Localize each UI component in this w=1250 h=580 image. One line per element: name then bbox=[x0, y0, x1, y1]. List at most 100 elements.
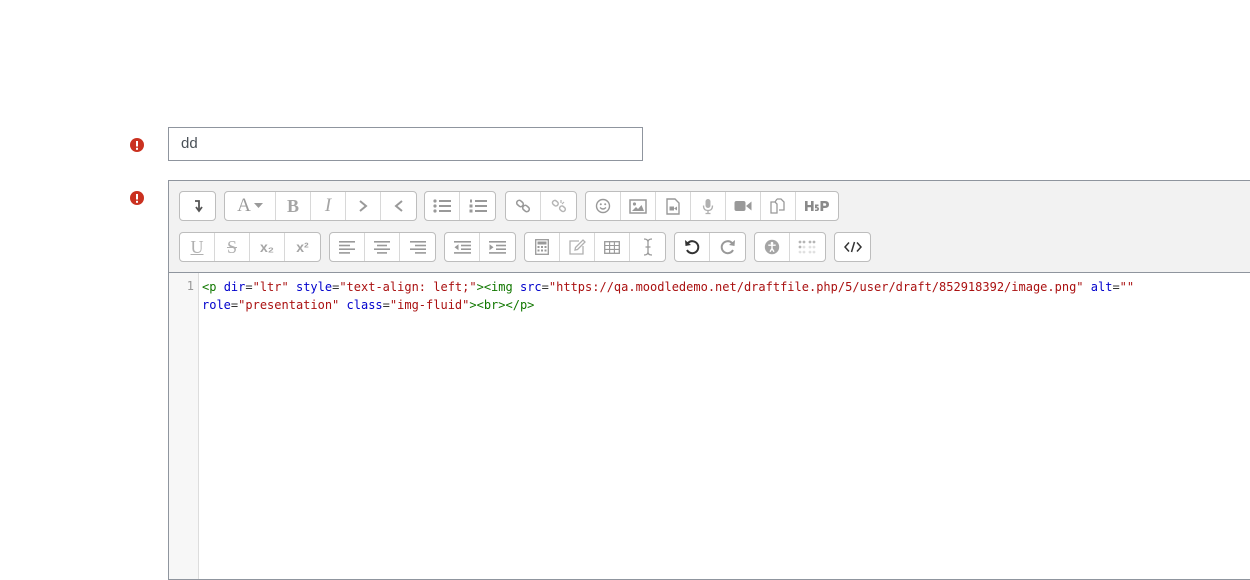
numbered-list-icon bbox=[469, 199, 487, 213]
code-token: ><img bbox=[476, 280, 513, 294]
redo-button[interactable] bbox=[710, 233, 745, 261]
toolbar-group-media bbox=[585, 191, 839, 221]
code-icon bbox=[843, 241, 862, 253]
outdent-icon bbox=[453, 240, 471, 254]
outdent-button[interactable] bbox=[445, 233, 480, 261]
code-token: style bbox=[295, 280, 333, 294]
bold-icon: B bbox=[286, 195, 299, 216]
code-token: <p bbox=[202, 280, 217, 294]
italic-icon: I bbox=[324, 195, 332, 216]
ordered-list-button[interactable] bbox=[460, 192, 495, 220]
align-center-button[interactable] bbox=[365, 233, 400, 261]
table-button[interactable] bbox=[595, 233, 630, 261]
toolbar-group-insert bbox=[524, 232, 666, 262]
record-video-button[interactable] bbox=[726, 192, 761, 220]
code-token: "img-fluid" bbox=[389, 298, 470, 312]
code-token: "https://qa.moodledemo.net/draftfile.php… bbox=[548, 280, 1084, 294]
unlink-button[interactable] bbox=[541, 192, 576, 220]
code-token: = bbox=[382, 298, 390, 312]
braille-icon bbox=[798, 240, 815, 254]
code-token: src bbox=[519, 280, 542, 294]
accessibility-checker-button[interactable] bbox=[755, 233, 790, 261]
toolbar-group-accessibility bbox=[754, 232, 826, 262]
image-icon bbox=[629, 198, 647, 214]
undo-icon bbox=[685, 240, 700, 255]
code-token: = bbox=[245, 280, 253, 294]
record-audio-button[interactable] bbox=[691, 192, 726, 220]
show-more-buttons[interactable] bbox=[180, 192, 215, 220]
subscript-icon: x₂ bbox=[259, 239, 274, 255]
clear-formatting-button[interactable] bbox=[630, 233, 665, 261]
paragraph-styles-button[interactable]: A bbox=[225, 192, 276, 220]
video-camera-icon bbox=[734, 201, 752, 211]
html-source-code[interactable]: <p dir="ltr" style="text-align: left;"><… bbox=[202, 278, 1249, 314]
toolbar-group-collapse bbox=[179, 191, 216, 221]
image-button[interactable] bbox=[621, 192, 656, 220]
indent-button[interactable] bbox=[480, 233, 515, 261]
toolbar-group-html bbox=[834, 232, 871, 262]
calculator-icon bbox=[535, 239, 549, 255]
toolbar-group-links bbox=[505, 191, 577, 221]
align-right-button[interactable] bbox=[400, 233, 435, 261]
manage-files-button[interactable] bbox=[761, 192, 796, 220]
unlink-icon bbox=[551, 199, 566, 213]
toolbar-group-lists bbox=[424, 191, 496, 221]
equation-button[interactable] bbox=[525, 233, 560, 261]
special-characters-button[interactable] bbox=[560, 233, 595, 261]
toolbar-group-indent bbox=[444, 232, 516, 262]
smiley-icon bbox=[595, 198, 611, 214]
align-right-icon bbox=[409, 240, 426, 254]
name-input[interactable]: dd bbox=[168, 127, 643, 161]
link-button[interactable] bbox=[506, 192, 541, 220]
underline-icon: U bbox=[190, 236, 204, 257]
code-token: role bbox=[202, 298, 231, 312]
emoji-button[interactable] bbox=[586, 192, 621, 220]
line-number-gutter: 1 bbox=[169, 273, 199, 579]
text-cursor-icon bbox=[643, 238, 652, 256]
media-button[interactable] bbox=[656, 192, 691, 220]
code-token: "text-align: left;" bbox=[339, 280, 477, 294]
bullet-list-icon bbox=[433, 199, 451, 213]
code-token: dir bbox=[223, 280, 246, 294]
superscript-button[interactable]: x² bbox=[285, 233, 320, 261]
code-token: alt bbox=[1090, 280, 1113, 294]
redo-icon bbox=[720, 240, 735, 255]
expand-arrow-icon bbox=[194, 200, 203, 213]
italic-button[interactable]: I bbox=[311, 192, 346, 220]
indent-icon bbox=[489, 240, 506, 254]
table-icon bbox=[604, 240, 620, 254]
html-editor: A B I U S x₂ x² 1 <p dir="ltr" style="te… bbox=[168, 180, 1250, 580]
subscript-button[interactable]: x₂ bbox=[250, 233, 285, 261]
rtl-button[interactable] bbox=[381, 192, 416, 220]
chevron-left-icon bbox=[393, 200, 403, 212]
toolbar-group-history bbox=[674, 232, 746, 262]
editor-toolbar: A B I U S x₂ x² bbox=[169, 181, 1250, 273]
link-icon bbox=[515, 199, 531, 213]
strikethrough-button[interactable]: S bbox=[215, 233, 250, 261]
h5p-icon bbox=[805, 201, 829, 211]
screenreader-helper-button[interactable] bbox=[790, 233, 825, 261]
chevron-right-icon bbox=[359, 200, 368, 212]
code-token: = bbox=[1112, 280, 1120, 294]
html-source-button[interactable] bbox=[835, 233, 870, 261]
bold-button[interactable]: B bbox=[276, 192, 311, 220]
underline-button[interactable]: U bbox=[180, 233, 215, 261]
text-style-icon: A bbox=[237, 195, 251, 216]
align-left-icon bbox=[339, 240, 355, 254]
toolbar-group-style: A B I bbox=[224, 191, 417, 221]
ltr-button[interactable] bbox=[346, 192, 381, 220]
code-token: "ltr" bbox=[252, 280, 289, 294]
undo-button[interactable] bbox=[675, 233, 710, 261]
h5p-button[interactable] bbox=[796, 192, 838, 220]
microphone-icon bbox=[702, 198, 714, 214]
code-token: "presentation" bbox=[238, 298, 340, 312]
toolbar-group-align bbox=[329, 232, 436, 262]
align-left-button[interactable] bbox=[330, 233, 365, 261]
edit-icon bbox=[568, 239, 586, 255]
code-token: "" bbox=[1119, 280, 1135, 294]
code-token: class bbox=[346, 298, 383, 312]
code-token: = bbox=[541, 280, 549, 294]
unordered-list-button[interactable] bbox=[425, 192, 460, 220]
file-media-icon bbox=[666, 197, 680, 215]
strikethrough-icon: S bbox=[226, 236, 237, 257]
